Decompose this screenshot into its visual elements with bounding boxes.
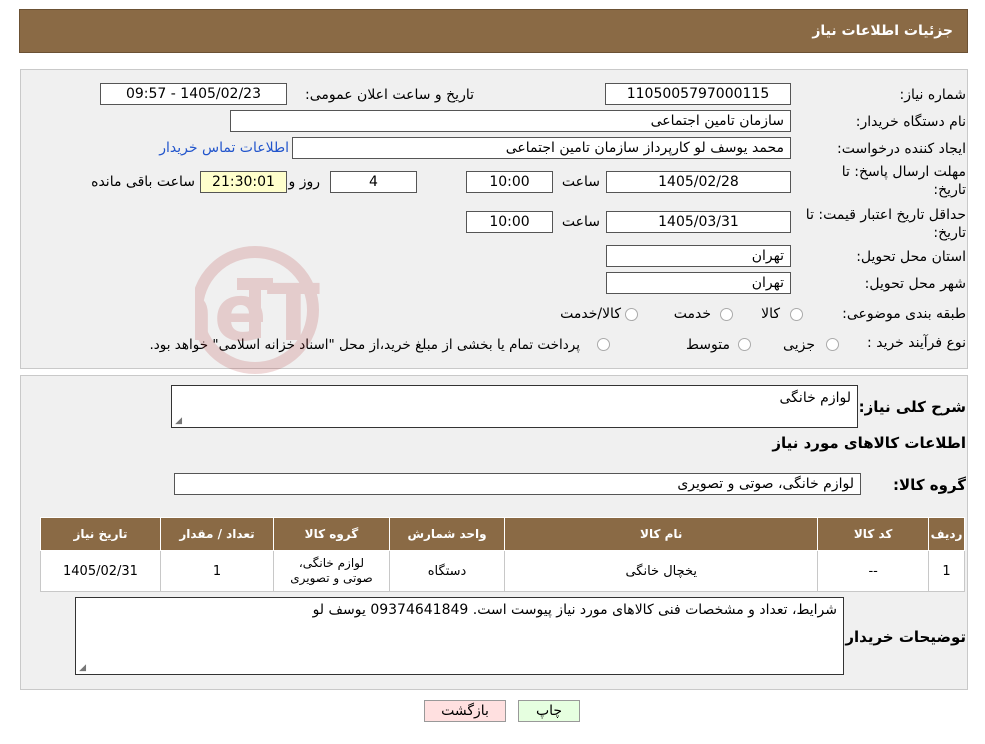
- col-header-unit: واحد شمارش: [388, 517, 506, 551]
- general-desc-field[interactable]: لوازم خانگی ◢: [171, 385, 858, 428]
- delivery-city-field: تهران: [606, 272, 791, 294]
- col-header-code: کد کالا: [817, 517, 930, 551]
- category-option-service: خدمت: [673, 306, 711, 322]
- treasury-note: پرداخت تمام یا بخشی از مبلغ خرید،از محل …: [149, 337, 580, 353]
- resize-grip-icon[interactable]: ◢: [174, 417, 182, 426]
- reply-deadline-label-line2: تاریخ:: [933, 182, 966, 198]
- delivery-city-label: شهر محل تحویل:: [864, 276, 966, 292]
- requester-field: محمد یوسف لو کارپرداز سازمان تامین اجتما…: [292, 137, 791, 159]
- table-row: 1 -- یخچال خانگی دستگاه لوازم خانگی، صوت…: [40, 550, 965, 592]
- resize-grip-icon[interactable]: ◢: [78, 664, 86, 673]
- price-validity-label-line2: تاریخ:: [933, 225, 966, 241]
- print-button[interactable]: چاپ: [518, 700, 580, 722]
- reply-deadline-date-field: 1405/02/28: [606, 171, 791, 193]
- general-desc-label: شرح کلی نیاز:: [858, 398, 966, 416]
- items-table: ردیف کد کالا نام کالا واحد شمارش گروه کا…: [40, 517, 965, 592]
- col-header-row: ردیف: [928, 517, 965, 551]
- remaining-time-label: ساعت باقی مانده: [91, 174, 195, 190]
- buyer-notes-text: شرایط، تعداد و مشخصات فنی کالاهای مورد ن…: [312, 602, 837, 618]
- process-radio-treasury[interactable]: [597, 338, 610, 351]
- price-validity-time-label: ساعت: [561, 214, 600, 230]
- col-header-name: نام کالا: [504, 517, 819, 551]
- delivery-province-label: استان محل تحویل:: [856, 249, 966, 265]
- category-radio-service[interactable]: [720, 308, 733, 321]
- announce-datetime-label: تاریخ و ساعت اعلان عمومی:: [305, 87, 474, 103]
- delivery-province-field: تهران: [606, 245, 791, 267]
- days-label: روز و: [288, 174, 321, 190]
- col-header-qty: تعداد / مقدار: [159, 517, 275, 551]
- col-header-date: تاریخ نیاز: [40, 517, 161, 551]
- process-option-minor: جزیی: [783, 337, 815, 353]
- category-radio-goods[interactable]: [790, 308, 803, 321]
- remaining-time-field: 21:30:01: [200, 171, 287, 193]
- buyer-org-label: نام دستگاه خریدار:: [855, 114, 966, 130]
- process-option-medium: متوسط: [686, 337, 730, 353]
- reply-time-label: ساعت: [561, 174, 600, 190]
- price-validity-label: حداقل تاریخ اعتبار قیمت: تا: [805, 207, 966, 223]
- goods-group-field: لوازم خانگی، صوتی و تصویری: [174, 473, 861, 495]
- page-title: جزئیات اطلاعات نیاز: [812, 23, 953, 39]
- cell-qty: 1: [159, 550, 275, 592]
- announce-datetime-field: 1405/02/23 - 09:57: [100, 83, 287, 105]
- remaining-days-field: 4: [330, 171, 417, 193]
- cell-group: لوازم خانگی، صوتی و تصویری: [273, 550, 390, 592]
- requester-label: ایجاد کننده درخواست:: [837, 141, 966, 157]
- items-info-title: اطلاعات کالاهای مورد نیاز: [772, 434, 966, 452]
- category-radio-goods-service[interactable]: [625, 308, 638, 321]
- process-radio-minor[interactable]: [826, 338, 839, 351]
- general-desc-text: لوازم خانگی: [779, 390, 851, 406]
- category-option-goods: کالا: [761, 306, 780, 322]
- col-header-group: گروه کالا: [273, 517, 390, 551]
- page-header: جزئیات اطلاعات نیاز: [19, 9, 968, 53]
- purchase-process-label: نوع فرآیند خرید :: [867, 335, 966, 351]
- cell-row: 1: [928, 550, 965, 592]
- back-button[interactable]: بازگشت: [424, 700, 506, 722]
- category-label: طبقه بندی موضوعی:: [842, 306, 966, 322]
- buyer-org-field: سازمان تامین اجتماعی: [230, 110, 791, 132]
- cell-name: یخچال خانگی: [504, 550, 819, 592]
- goods-group-label: گروه کالا:: [893, 476, 966, 494]
- price-validity-time-field: 10:00: [466, 211, 553, 233]
- price-validity-date-field: 1405/03/31: [606, 211, 791, 233]
- need-number-field: 1105005797000115: [605, 83, 791, 105]
- cell-unit: دستگاه: [388, 550, 506, 592]
- buyer-notes-label: توضیحات خریدار:: [839, 628, 966, 646]
- table-header-row: ردیف کد کالا نام کالا واحد شمارش گروه کا…: [40, 517, 965, 551]
- need-number-label: شماره نیاز:: [899, 87, 967, 103]
- process-radio-medium[interactable]: [738, 338, 751, 351]
- reply-deadline-time-field: 10:00: [466, 171, 553, 193]
- reply-deadline-label: مهلت ارسال پاسخ: تا: [841, 164, 966, 180]
- category-option-goods-service: کالا/خدمت: [560, 306, 621, 322]
- buyer-contact-link[interactable]: اطلاعات تماس خریدار: [159, 140, 289, 156]
- cell-date: 1405/02/31: [40, 550, 161, 592]
- cell-code: --: [817, 550, 930, 592]
- buyer-notes-field[interactable]: شرایط، تعداد و مشخصات فنی کالاهای مورد ن…: [75, 597, 844, 675]
